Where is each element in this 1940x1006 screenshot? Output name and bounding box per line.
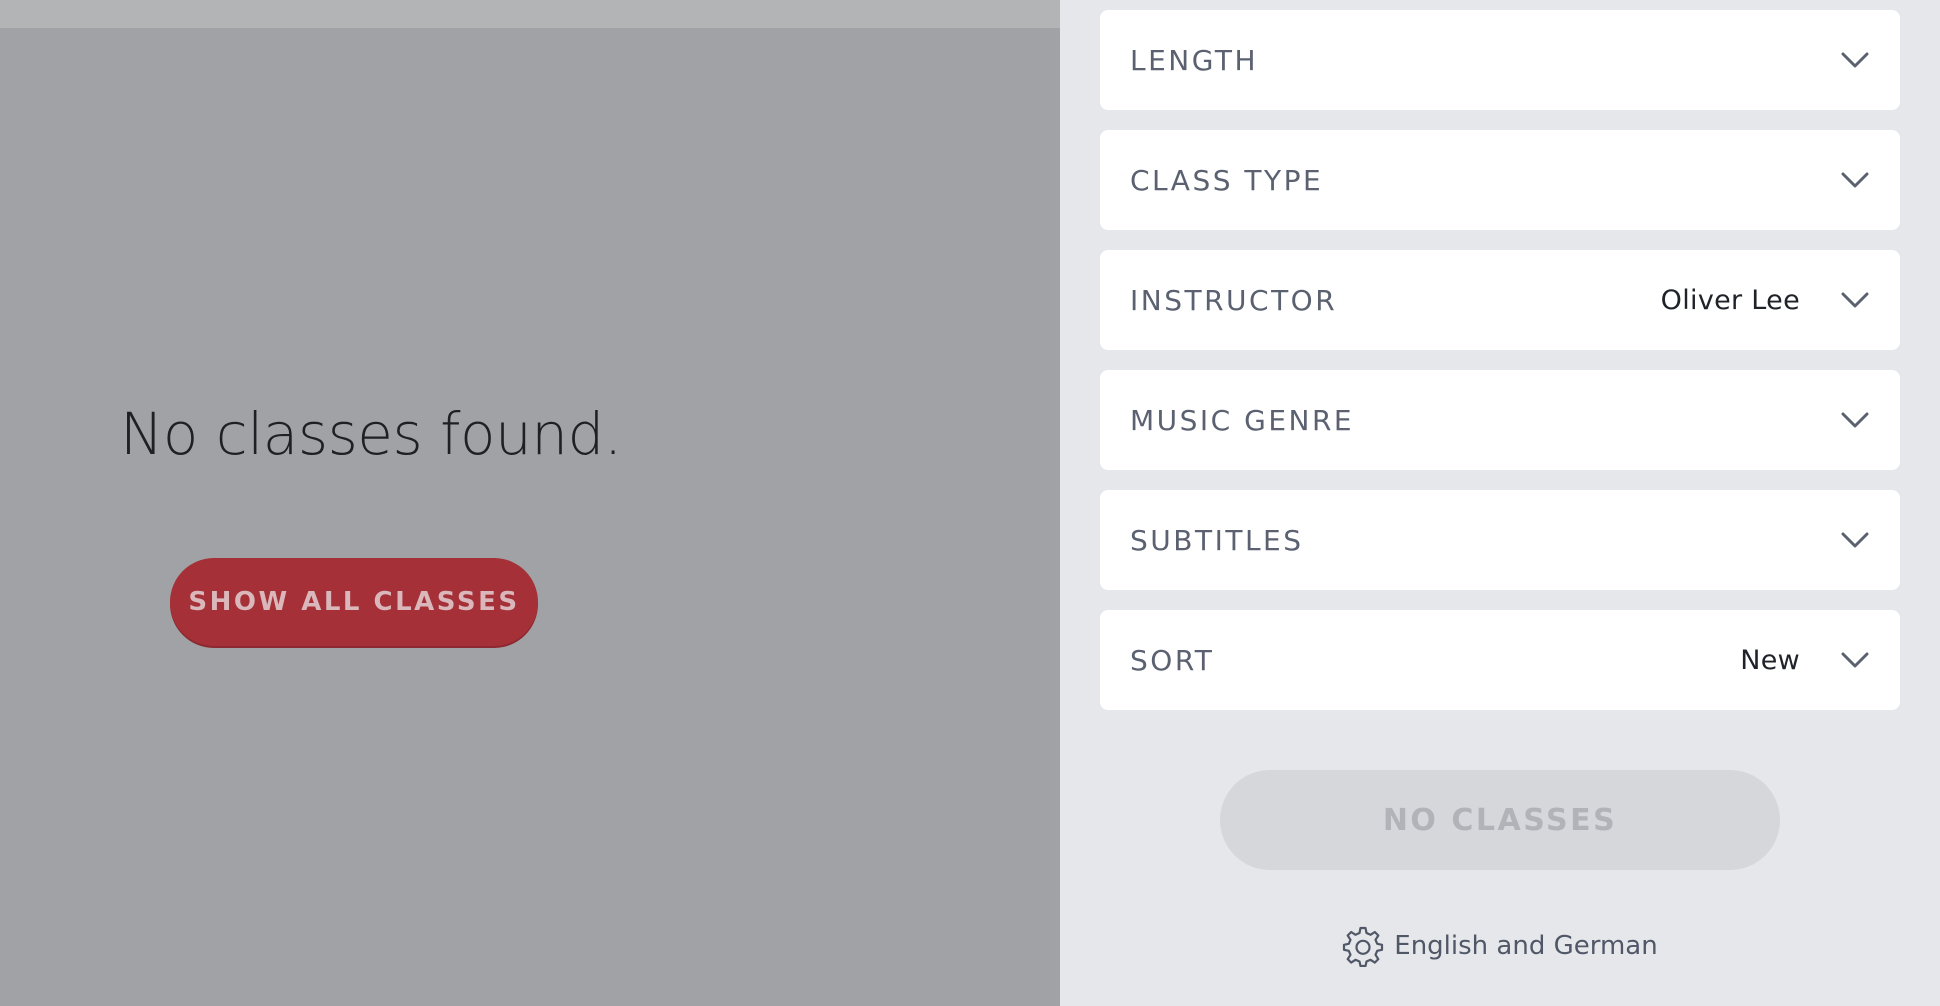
- filter-length[interactable]: LENGTH: [1100, 10, 1900, 110]
- gear-icon: [1342, 925, 1384, 967]
- filter-music-genre[interactable]: MUSIC GENRE: [1100, 370, 1900, 470]
- filter-label: LENGTH: [1130, 43, 1259, 77]
- language-settings[interactable]: English and German: [1060, 922, 1940, 970]
- top-strip: [0, 0, 1060, 28]
- filter-instructor[interactable]: INSTRUCTOR Oliver Lee: [1100, 250, 1900, 350]
- filter-label: CLASS TYPE: [1130, 163, 1324, 197]
- results-area: No classes found. SHOW ALL CLASSES: [0, 0, 1060, 1006]
- language-label: English and German: [1394, 931, 1658, 961]
- filter-label: SUBTITLES: [1130, 523, 1304, 557]
- page: No classes found. SHOW ALL CLASSES LENGT…: [0, 0, 1940, 1006]
- filter-value: New: [1740, 644, 1800, 676]
- empty-state-message: No classes found.: [120, 400, 622, 468]
- filter-label: INSTRUCTOR: [1130, 283, 1338, 317]
- filter-subtitles[interactable]: SUBTITLES: [1100, 490, 1900, 590]
- filter-sort[interactable]: SORT New: [1100, 610, 1900, 710]
- chevron-down-icon: [1840, 531, 1870, 549]
- show-all-classes-button[interactable]: SHOW ALL CLASSES: [170, 558, 538, 646]
- filter-class-type[interactable]: CLASS TYPE: [1100, 130, 1900, 230]
- filter-value: Oliver Lee: [1660, 284, 1800, 316]
- chevron-down-icon: [1840, 411, 1870, 429]
- filter-label: MUSIC GENRE: [1130, 403, 1355, 437]
- chevron-down-icon: [1840, 171, 1870, 189]
- filter-label: SORT: [1130, 643, 1215, 677]
- filter-panel: LENGTH CLASS TYPE INSTRUCTOR Oliver Lee …: [1060, 0, 1940, 1006]
- chevron-down-icon: [1840, 291, 1870, 309]
- no-classes-button[interactable]: NO CLASSES: [1220, 770, 1780, 870]
- chevron-down-icon: [1840, 51, 1870, 69]
- chevron-down-icon: [1840, 651, 1870, 669]
